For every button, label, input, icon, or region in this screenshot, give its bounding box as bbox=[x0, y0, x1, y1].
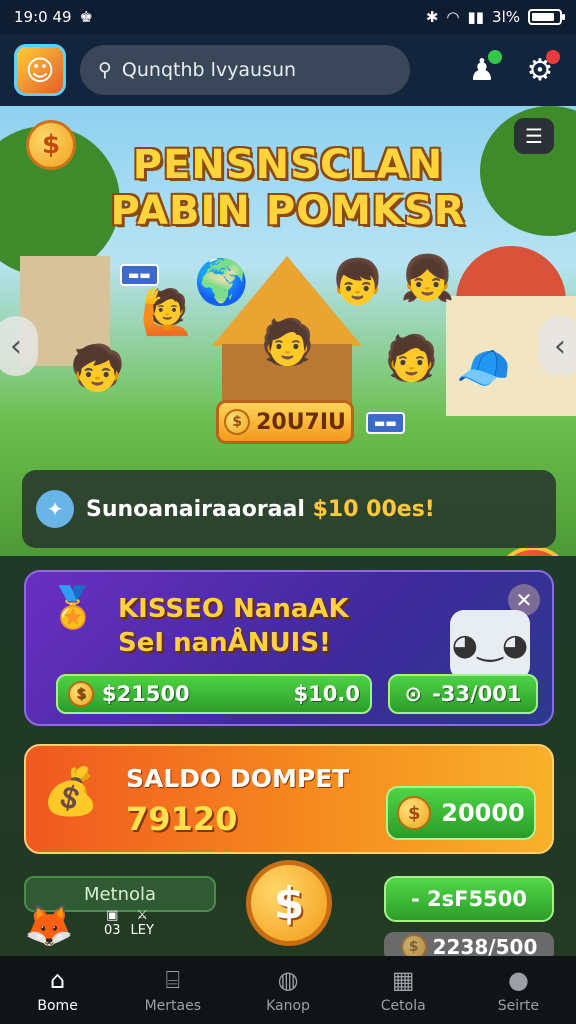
crossed-swords-icon: ⚔ bbox=[136, 908, 149, 923]
hero-reward-pill[interactable]: $ 20U7IU bbox=[216, 400, 354, 444]
character-kid-cap: 🧢 bbox=[456, 343, 511, 394]
globe-icon: 🌍 bbox=[194, 257, 249, 308]
promo-text-highlight: $10 00es! bbox=[312, 496, 435, 522]
carousel-next-button[interactable]: ‹ bbox=[538, 316, 576, 376]
character-girl: 👧 bbox=[400, 253, 455, 304]
tab-bag[interactable]: ◍ Kanop bbox=[230, 956, 345, 1024]
bottom-area: Metnola 🦊 ▣ 03 ⚔ LEY $ - 2sF5500 $ 2238/… bbox=[0, 858, 576, 962]
bag-icon: ◍ bbox=[277, 966, 299, 994]
character-kid-jumping: 🙋 bbox=[140, 287, 195, 338]
status-right: ✱ ◠ ▮▮ 3l% bbox=[425, 8, 565, 26]
user-alert-button[interactable]: ♟ bbox=[460, 48, 504, 92]
hero-title: PENSNSCLAN PABIN POMKSR bbox=[0, 142, 576, 234]
wallet-button-value: 20000 bbox=[441, 799, 525, 827]
red-notification-dot bbox=[546, 50, 560, 64]
green-notification-dot bbox=[488, 50, 502, 64]
coin-outline-icon: ⊙ bbox=[404, 682, 423, 706]
promo-text: Sunoanairaaoraal $10 00es! bbox=[86, 497, 435, 522]
notification-icon: ♚ bbox=[79, 8, 93, 26]
center-coin-button[interactable]: $ bbox=[246, 860, 332, 946]
wallet-card[interactable]: 💰 SALDO DOMPET 79120 $ 20000 bbox=[24, 744, 554, 854]
tab-store[interactable]: ⌸ Mertaes bbox=[115, 956, 230, 1024]
settings-button[interactable]: ⚙ bbox=[518, 48, 562, 92]
character-tag-left: ▬▬ bbox=[120, 264, 159, 286]
tab-profile-label: Seirte bbox=[497, 998, 540, 1014]
mini-item-2-label: LEY bbox=[130, 923, 154, 938]
wallet-action-button[interactable]: $ 20000 bbox=[386, 786, 536, 840]
wallet-label: SALDO DOMPET bbox=[126, 764, 350, 793]
profile-icon: ● bbox=[507, 966, 529, 994]
tab-calendar-label: Cetola bbox=[380, 998, 426, 1014]
mission-reward-middle-value: $10.0 bbox=[293, 682, 360, 706]
promo-strip[interactable]: ✦ Sunoanairaaoraal $10 00es! bbox=[22, 470, 556, 548]
battery-icon bbox=[528, 9, 565, 25]
character-kid-roof: 👦 bbox=[330, 257, 385, 308]
app-logo[interactable]: ☺ bbox=[14, 44, 66, 96]
bluetooth-icon: ✱ bbox=[425, 8, 439, 26]
carousel-prev-button[interactable]: ‹ bbox=[0, 316, 38, 376]
wifi-icon: ◠ bbox=[446, 8, 460, 26]
mission-title: KISSEO NanaAK SeI nanÅNUIS! bbox=[118, 592, 349, 660]
mini-item-2[interactable]: ⚔ LEY bbox=[131, 908, 154, 938]
mini-icons: ▣ 03 ⚔ LEY bbox=[104, 908, 154, 938]
status-bar: 19:0 49 ♚ ✱ ◠ ▮▮ 3l% bbox=[0, 0, 576, 34]
hero-title-line2: PABIN POMKSR bbox=[110, 188, 466, 234]
search-bar[interactable]: ⚲ Qunqthb lvyausun bbox=[80, 45, 410, 95]
home-icon: ⌂ bbox=[49, 966, 66, 994]
bottom-tab-bar: ⌂ Bome ⌸ Mertaes ◍ Kanop ▦ Cetola ● Seir… bbox=[0, 956, 576, 1024]
tab-home-label: Bome bbox=[37, 998, 78, 1014]
hero-reward-value: 20U7IU bbox=[256, 409, 346, 435]
mission-title-line2: SeI nanÅNUIS! bbox=[118, 628, 331, 658]
character-hero: 🧑 bbox=[260, 317, 315, 368]
search-text: Qunqthb lvyausun bbox=[121, 59, 297, 81]
mission-reward-bar[interactable]: $ $21500 $10.0 bbox=[56, 674, 372, 714]
battery-percent: 3l% bbox=[492, 8, 520, 26]
mission-reward-left-value: $21500 bbox=[102, 682, 190, 706]
mission-progress-button[interactable]: ⊙ -33/001 bbox=[388, 674, 538, 714]
wallet-balance: 79120 bbox=[126, 800, 238, 838]
mission-reward-right-value: -33/001 bbox=[432, 682, 522, 706]
character-tag-right: ▬▬ bbox=[366, 412, 405, 434]
mission-reward-left: $ $21500 bbox=[68, 681, 190, 707]
hero-title-line1: PENSNSCLAN bbox=[132, 142, 444, 188]
wallet-icon: 💰 bbox=[42, 764, 100, 818]
coin-icon: $ bbox=[397, 796, 432, 830]
tab-bag-label: Kanop bbox=[266, 998, 310, 1014]
status-left: 19:0 49 ♚ bbox=[14, 8, 93, 26]
coin-icon: $ bbox=[224, 409, 251, 435]
app-screen: 19:0 49 ♚ ✱ ◠ ▮▮ 3l% ☺ ⚲ Qunqthb lvyausu… bbox=[0, 0, 576, 1024]
tab-calendar[interactable]: ▦ Cetola bbox=[346, 956, 461, 1024]
top-bar: ☺ ⚲ Qunqthb lvyausun ♟ ⚙ bbox=[0, 34, 576, 106]
signal-icon: ▮▮ bbox=[467, 8, 485, 26]
tab-home[interactable]: ⌂ Bome bbox=[0, 956, 115, 1024]
store-icon: ⌸ bbox=[165, 966, 180, 994]
character-board: 🧑 bbox=[384, 333, 439, 384]
mission-title-line1: KISSEO NanaAK bbox=[118, 594, 349, 624]
tab-store-label: Mertaes bbox=[144, 998, 202, 1014]
mascot-icon: 🦊 bbox=[24, 903, 74, 949]
green-value-pill[interactable]: - 2sF5500 bbox=[384, 876, 554, 922]
promo-text-prefix: Sunoanairaaoraal bbox=[86, 496, 313, 522]
robot-mascot-icon: ◕‿◕ bbox=[450, 610, 530, 680]
promo-badge-icon: ✦ bbox=[36, 490, 74, 528]
coin-icon: $ bbox=[68, 681, 94, 707]
calendar-icon: ▦ bbox=[391, 966, 415, 994]
box-icon: ▣ bbox=[106, 908, 119, 923]
status-time: 19:0 49 bbox=[14, 8, 72, 26]
search-icon: ⚲ bbox=[98, 59, 112, 81]
mini-item-1[interactable]: ▣ 03 bbox=[104, 908, 121, 938]
character-kid-ladder: 🧒 bbox=[70, 343, 125, 394]
mission-card[interactable]: 🏅 KISSEO NanaAK SeI nanÅNUIS! ✕ ◕‿◕ $ $2… bbox=[24, 570, 554, 726]
mini-item-1-label: 03 bbox=[104, 923, 121, 938]
tab-profile[interactable]: ● Seirte bbox=[461, 956, 576, 1024]
